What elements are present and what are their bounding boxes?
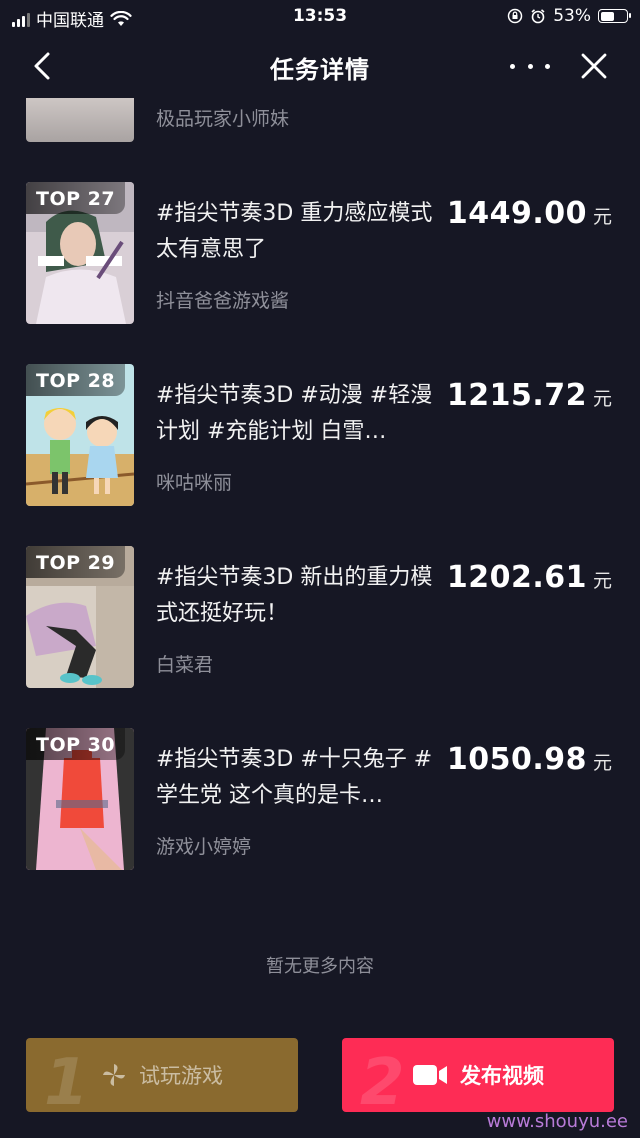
rank-badge: TOP 29 <box>26 546 126 578</box>
publish-video-button[interactable]: 2 发布视频 <box>342 1038 614 1112</box>
rank-badge: TOP 28 <box>26 364 126 396</box>
no-more-content-label: 暂无更多内容 <box>266 956 374 977</box>
item-price: 1215.72 元 <box>447 378 612 413</box>
orientation-lock-icon <box>507 8 523 24</box>
battery-percent: 53% <box>553 6 591 26</box>
item-author: 白菜君 <box>156 654 214 676</box>
status-bar: 中国联通 13:53 53% <box>0 0 640 34</box>
video-thumbnail <box>26 98 134 142</box>
video-thumbnail: TOP 29 <box>26 546 134 688</box>
price-value: 1050.98 <box>446 742 587 777</box>
list-item-partial[interactable]: 极品玩家小师妹 <box>0 98 640 148</box>
watermark: www.shouyu.ee <box>486 1111 628 1132</box>
video-thumbnail: TOP 30 <box>26 728 134 870</box>
publish-video-label: 发布视频 <box>460 1064 544 1088</box>
list-item[interactable]: TOP 27 #指尖节奏3D 重力感应模式太有意思了 抖音爸爸游戏酱 1449.… <box>0 182 640 326</box>
price-unit: 元 <box>592 752 612 774</box>
status-right: 53% <box>507 6 631 26</box>
more-options-icon[interactable] <box>510 56 550 76</box>
try-game-button[interactable]: 1 试玩游戏 <box>26 1038 298 1112</box>
pinwheel-icon <box>103 1064 125 1086</box>
item-title: #指尖节奏3D #十只兔子 #学生党 这个真的是卡… <box>156 747 433 808</box>
item-author: 游戏小婷婷 <box>156 836 252 858</box>
alarm-icon <box>531 9 545 24</box>
item-author: 极品玩家小师妹 <box>156 108 290 130</box>
video-thumbnail: TOP 28 <box>26 364 134 506</box>
item-price: 1449.00 元 <box>447 196 612 231</box>
rank-badge: TOP 30 <box>26 728 126 760</box>
price-unit: 元 <box>592 206 612 228</box>
step-number: 2 <box>360 1046 405 1112</box>
step-number: 1 <box>44 1046 89 1112</box>
video-thumbnail: TOP 27 <box>26 182 134 324</box>
item-author: 咪咕咪丽 <box>156 472 233 494</box>
list-item[interactable]: TOP 29 #指尖节奏3D 新出的重力模式还挺好玩！ 白菜君 1202.61 元 <box>0 546 640 690</box>
price-value: 1215.72 <box>446 378 587 413</box>
video-camera-icon <box>413 1065 447 1085</box>
close-icon[interactable] <box>578 50 610 82</box>
list-item[interactable]: TOP 28 #指尖节奏3D #动漫 #轻漫计划 #充能计划 白雪… 咪咕咪丽 … <box>0 364 640 508</box>
rank-badge: TOP 27 <box>26 182 126 214</box>
battery-level <box>600 11 614 21</box>
list-item[interactable]: TOP 30 #指尖节奏3D #十只兔子 #学生党 这个真的是卡… 游戏小婷婷 … <box>0 728 640 872</box>
price-value: 1202.61 <box>446 560 587 595</box>
item-title: #指尖节奏3D #动漫 #轻漫计划 #充能计划 白雪… <box>156 383 433 444</box>
item-price: 1202.61 元 <box>447 560 612 595</box>
item-title: #指尖节奏3D 新出的重力模式还挺好玩！ <box>156 565 433 626</box>
item-price: 1050.98 元 <box>447 742 612 777</box>
battery-icon <box>598 9 631 23</box>
price-value: 1449.00 <box>446 196 587 231</box>
item-author: 抖音爸爸游戏酱 <box>156 290 290 312</box>
price-unit: 元 <box>592 570 612 592</box>
try-game-label: 试玩游戏 <box>139 1064 223 1088</box>
item-title: #指尖节奏3D 重力感应模式太有意思了 <box>156 201 433 262</box>
nav-bar: 任务详情 <box>0 34 640 98</box>
price-unit: 元 <box>592 388 612 410</box>
